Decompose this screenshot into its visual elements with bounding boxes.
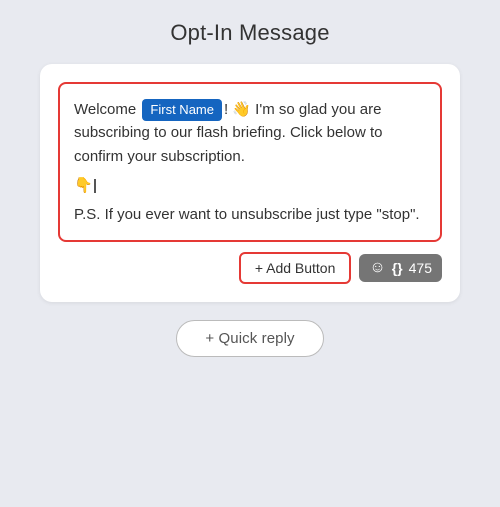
- char-count: 475: [409, 260, 432, 276]
- quick-reply-button[interactable]: + Quick reply: [176, 320, 323, 357]
- message-line1-before: Welcome: [74, 101, 140, 118]
- quick-reply-row: + Quick reply: [176, 320, 323, 357]
- message-text: Welcome First Name! 👋 I'm so glad you ar…: [74, 98, 426, 168]
- message-box[interactable]: Welcome First Name! 👋 I'm so glad you ar…: [58, 82, 442, 242]
- cursor-bar: [94, 179, 96, 193]
- brace-icon[interactable]: {}: [392, 260, 403, 276]
- message-line2: 👇: [74, 174, 426, 197]
- message-line3: P.S. If you ever want to unsubscribe jus…: [74, 203, 426, 226]
- card: Welcome First Name! 👋 I'm so glad you ar…: [40, 64, 460, 302]
- page-title: Opt-In Message: [170, 20, 329, 46]
- emoji-icon[interactable]: ☺: [369, 259, 385, 277]
- message-actions: + Add Button ☺ {} 475: [58, 252, 442, 284]
- first-name-badge: First Name: [142, 99, 222, 121]
- icon-group: ☺ {} 475: [359, 254, 442, 282]
- add-button-btn[interactable]: + Add Button: [239, 252, 352, 284]
